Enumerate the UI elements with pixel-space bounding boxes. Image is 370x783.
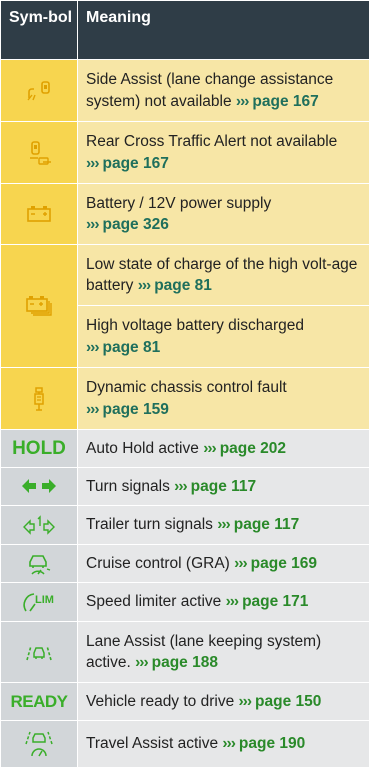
page-link[interactable]: ››› page 117 [217,516,299,533]
side-assist-icon [0,59,78,122]
row-text: Trailer turn signals ››› page 117 [77,505,370,545]
page-link[interactable]: ››› page 150 [239,693,322,710]
ready-icon: READY [0,682,78,721]
table-row: Turn signals ››› page 117 [0,467,370,506]
chassis-control-icon [0,367,78,430]
table-row: Dynamic chassis control fault ››› page 159 [0,367,370,430]
row-text: High voltage battery discharged ››› page 8… [77,305,370,368]
high-voltage-battery-icon [0,244,78,368]
row-text: Low state of charge of the high volt-age… [77,244,370,306]
page-link[interactable]: ››› page 81 [138,277,212,294]
table-row: HOLD Auto Hold active ››› page 202 [0,429,370,468]
page-link[interactable]: ››› page 326 [86,216,169,233]
row-text: Dynamic chassis control fault ››› page 159 [77,367,370,430]
row-text: Battery / 12V power supply ››› page 326 [77,183,370,245]
page-link[interactable]: ››› page 202 [203,440,286,457]
table-row: Battery / 12V power supply ››› page 326 [0,183,370,245]
page-link[interactable]: ››› page 171 [226,593,309,610]
header-symbol: Sym-bol [0,0,78,60]
page-link[interactable]: ››› page 81 [86,339,160,356]
row-text: Travel Assist active ››› page 190 [77,720,370,768]
row-text: Lane Assist (lane keeping system) active… [77,621,370,683]
page-link[interactable]: ››› page 167 [86,155,169,172]
header-meaning: Meaning [77,0,370,60]
rear-cross-traffic-icon [0,121,78,184]
page-link[interactable]: ››› page 188 [135,654,218,671]
row-text: Cruise control (GRA) ››› page 169 [77,544,370,583]
table-row: Rear Cross Traffic Alert not available ›… [0,121,370,184]
symbol-table: Sym-bol Meaning Side Assist (lane change… [0,0,370,768]
table-row: Side Assist (lane change assistance syst… [0,59,370,122]
travel-assist-icon [0,720,78,768]
limiter-label: LIM [35,594,54,606]
row-text: Speed limiter active ››› page 171 [77,582,370,622]
lane-assist-icon [0,621,78,683]
cruise-control-icon [0,544,78,583]
page-link[interactable]: ››› page 167 [236,93,319,110]
trailer-turn-signals-icon [0,505,78,545]
table-row: Low state of charge of the high volt-age… [0,244,370,368]
table-row: Lane Assist (lane keeping system) active… [0,621,370,683]
row-text: Side Assist (lane change assistance syst… [77,59,370,122]
hold-icon: HOLD [0,429,78,468]
page-link[interactable]: ››› page 159 [86,401,169,418]
table-row: Trailer turn signals ››› page 117 [0,505,370,545]
row-text: Turn signals ››› page 117 [77,467,370,506]
table-row: Travel Assist active ››› page 190 [0,720,370,768]
speed-limiter-icon: LIM [0,582,78,622]
table-row: Cruise control (GRA) ››› page 169 [0,544,370,583]
row-text: Rear Cross Traffic Alert not available ›… [77,121,370,184]
table-row: LIM Speed limiter active ››› page 171 [0,582,370,622]
page-link[interactable]: ››› page 190 [222,735,305,752]
page-link[interactable]: ››› page 169 [234,555,317,572]
row-text: Vehicle ready to drive ››› page 150 [77,682,370,721]
table-row: READY Vehicle ready to drive ››› page 150 [0,682,370,721]
row-text: Auto Hold active ››› page 202 [77,429,370,468]
page-link[interactable]: ››› page 117 [174,478,256,495]
turn-signals-icon [0,467,78,506]
battery-icon [0,183,78,245]
